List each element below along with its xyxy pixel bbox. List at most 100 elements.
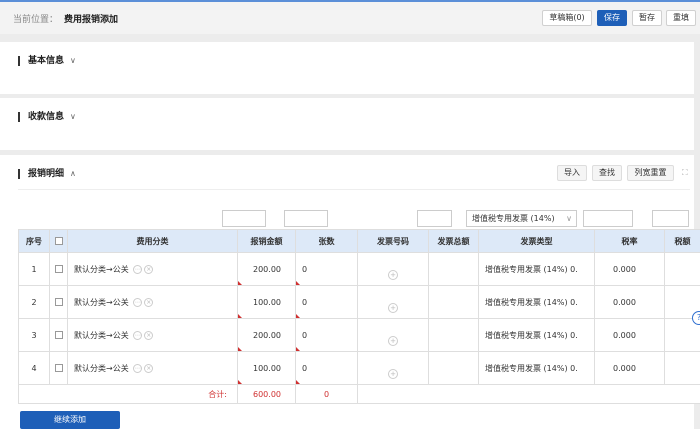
invoice-total-filter-input[interactable] [417, 210, 452, 227]
col-header-select [49, 229, 68, 253]
tax-rate-filter-input[interactable] [583, 210, 633, 227]
top-bar: 当前位置： 费用报销添加 草稿箱(0) 保存 暂存 重填 [0, 0, 700, 34]
row-invoice-total[interactable] [428, 351, 479, 385]
import-button[interactable]: 导入 [557, 165, 587, 181]
add-invoice-icon[interactable]: + [388, 270, 398, 280]
basic-info-header[interactable]: 基本信息 ∨ [18, 56, 76, 66]
payee-info-header[interactable]: 收款信息 ∨ [18, 112, 76, 122]
col-header-tax-rate: 税率 [594, 229, 665, 253]
col-header-no: 序号 [18, 229, 50, 253]
select-all-checkbox[interactable] [54, 237, 63, 245]
payee-info-panel: 收款信息 ∨ [0, 98, 694, 150]
table-header-row: 序号 费用分类 报销金额 张数 发票号码 发票总额 发票类型 税率 税额 [18, 229, 700, 253]
row-count[interactable]: 0 [295, 351, 358, 385]
row-checkbox[interactable] [54, 364, 63, 372]
row-invoice-no[interactable]: + [357, 318, 429, 352]
col-header-tax-amount: 税额 [664, 229, 700, 253]
row-invoice-type[interactable]: 增值税专用发票 (14%) 0. [478, 318, 595, 352]
add-invoice-icon[interactable]: + [388, 303, 398, 313]
row-select [49, 252, 68, 286]
table-row: 1 默认分类→公关 ⋯ × 200.00 0 + 增值税专用发票 (14%) 0.… [18, 252, 700, 286]
row-count[interactable]: 0 [295, 285, 358, 319]
row-tax-rate[interactable]: 0.000 [594, 351, 665, 385]
row-checkbox[interactable] [54, 331, 63, 339]
row-category-cell[interactable]: 默认分类→公关 ⋯ × [67, 318, 238, 352]
row-category: 默认分类→公关 [74, 264, 129, 274]
row-category: 默认分类→公关 [74, 330, 129, 340]
row-no: 2 [18, 285, 50, 319]
row-invoice-total[interactable] [428, 252, 479, 286]
row-amount[interactable]: 200.00 [237, 252, 296, 286]
total-row: 合计: 600.00 0 [18, 384, 700, 404]
row-invoice-no[interactable]: + [357, 252, 429, 286]
row-amount[interactable]: 100.00 [237, 351, 296, 385]
payee-info-title: 收款信息 [28, 112, 65, 122]
row-category-cell[interactable]: 默认分类→公关 ⋯ × [67, 252, 238, 286]
basic-info-title: 基本信息 [28, 56, 65, 66]
save-button[interactable]: 保存 [597, 10, 627, 26]
row-invoice-total[interactable] [428, 318, 479, 352]
clear-icon[interactable]: × [144, 363, 154, 373]
row-count[interactable]: 0 [295, 318, 358, 352]
clear-icon[interactable]: × [144, 330, 154, 340]
row-invoice-type[interactable]: 增值税专用发票 (14%) 0. [478, 252, 595, 286]
breadcrumb-label: 当前位置： [13, 15, 59, 25]
col-header-amount: 报销金额 [237, 229, 296, 253]
invoice-type-filter-select[interactable]: 增值税专用发票 (14%) ∨ [466, 210, 577, 227]
col-header-invoice-total: 发票总额 [428, 229, 479, 253]
row-category: 默认分类→公关 [74, 297, 129, 307]
row-tax-rate[interactable]: 0.000 [594, 252, 665, 286]
divider [18, 189, 690, 190]
temp-save-button[interactable]: 暂存 [632, 10, 662, 26]
row-count[interactable]: 0 [295, 252, 358, 286]
reset-button[interactable]: 重填 [666, 10, 696, 26]
draft-box-button[interactable]: 草稿箱(0) [542, 10, 592, 26]
row-invoice-type[interactable]: 增值税专用发票 (14%) 0. [478, 285, 595, 319]
add-invoice-icon[interactable]: + [388, 336, 398, 346]
total-amount: 600.00 [237, 384, 296, 404]
select-icon[interactable]: ⋯ [133, 264, 143, 274]
row-checkbox[interactable] [54, 298, 63, 306]
row-category-cell[interactable]: 默认分类→公关 ⋯ × [67, 351, 238, 385]
row-category-cell[interactable]: 默认分类→公关 ⋯ × [67, 285, 238, 319]
select-icon[interactable]: ⋯ [133, 297, 143, 307]
row-select [49, 351, 68, 385]
row-select [49, 285, 68, 319]
row-invoice-no[interactable]: + [357, 351, 429, 385]
col-header-category: 费用分类 [67, 229, 238, 253]
row-tax-amount [664, 252, 700, 286]
row-select [49, 318, 68, 352]
search-button[interactable]: 查找 [592, 165, 622, 181]
chevron-up-icon: ∧ [70, 169, 76, 178]
row-tax-rate[interactable]: 0.000 [594, 318, 665, 352]
add-more-button[interactable]: 继续添加 [20, 411, 120, 429]
row-amount[interactable]: 100.00 [237, 285, 296, 319]
amount-filter-input[interactable] [222, 210, 266, 227]
row-category: 默认分类→公关 [74, 363, 129, 373]
tax-amount-filter-input[interactable] [652, 210, 689, 227]
reset-column-width-button[interactable]: 列宽重置 [627, 165, 674, 181]
add-invoice-icon[interactable]: + [388, 369, 398, 379]
select-icon[interactable]: ⋯ [133, 363, 143, 373]
table-row: 2 默认分类→公关 ⋯ × 100.00 0 + 增值税专用发票 (14%) 0.… [18, 285, 700, 319]
total-label: 合计: [18, 384, 238, 404]
detail-header[interactable]: 报销明细 ∧ [18, 169, 76, 179]
clear-icon[interactable]: × [144, 264, 154, 274]
row-invoice-no[interactable]: + [357, 285, 429, 319]
row-no: 4 [18, 351, 50, 385]
row-tax-amount [664, 351, 700, 385]
total-rest [357, 384, 700, 404]
row-invoice-type[interactable]: 增值税专用发票 (14%) 0. [478, 351, 595, 385]
row-invoice-total[interactable] [428, 285, 479, 319]
select-icon[interactable]: ⋯ [133, 330, 143, 340]
row-tax-rate[interactable]: 0.000 [594, 285, 665, 319]
breadcrumb: 当前位置： 费用报销添加 [13, 12, 118, 25]
clear-icon[interactable]: × [144, 297, 154, 307]
basic-info-panel: 基本信息 ∨ [0, 42, 694, 94]
fullscreen-icon[interactable]: ⛶ [682, 168, 691, 177]
col-header-invoice-no: 发票号码 [357, 229, 429, 253]
count-filter-input[interactable] [284, 210, 328, 227]
row-checkbox[interactable] [54, 265, 63, 273]
row-amount[interactable]: 200.00 [237, 318, 296, 352]
help-float-icon[interactable]: ? [692, 311, 700, 325]
